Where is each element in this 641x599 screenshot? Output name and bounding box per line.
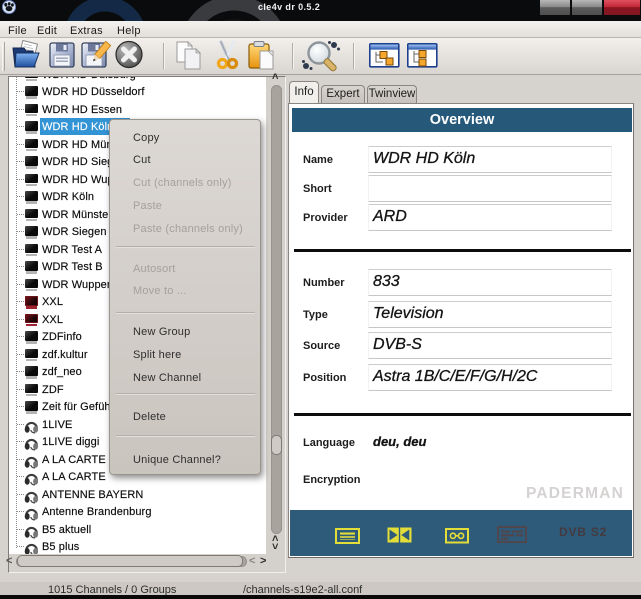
svg-text:DVB S2: DVB S2 xyxy=(559,525,607,539)
